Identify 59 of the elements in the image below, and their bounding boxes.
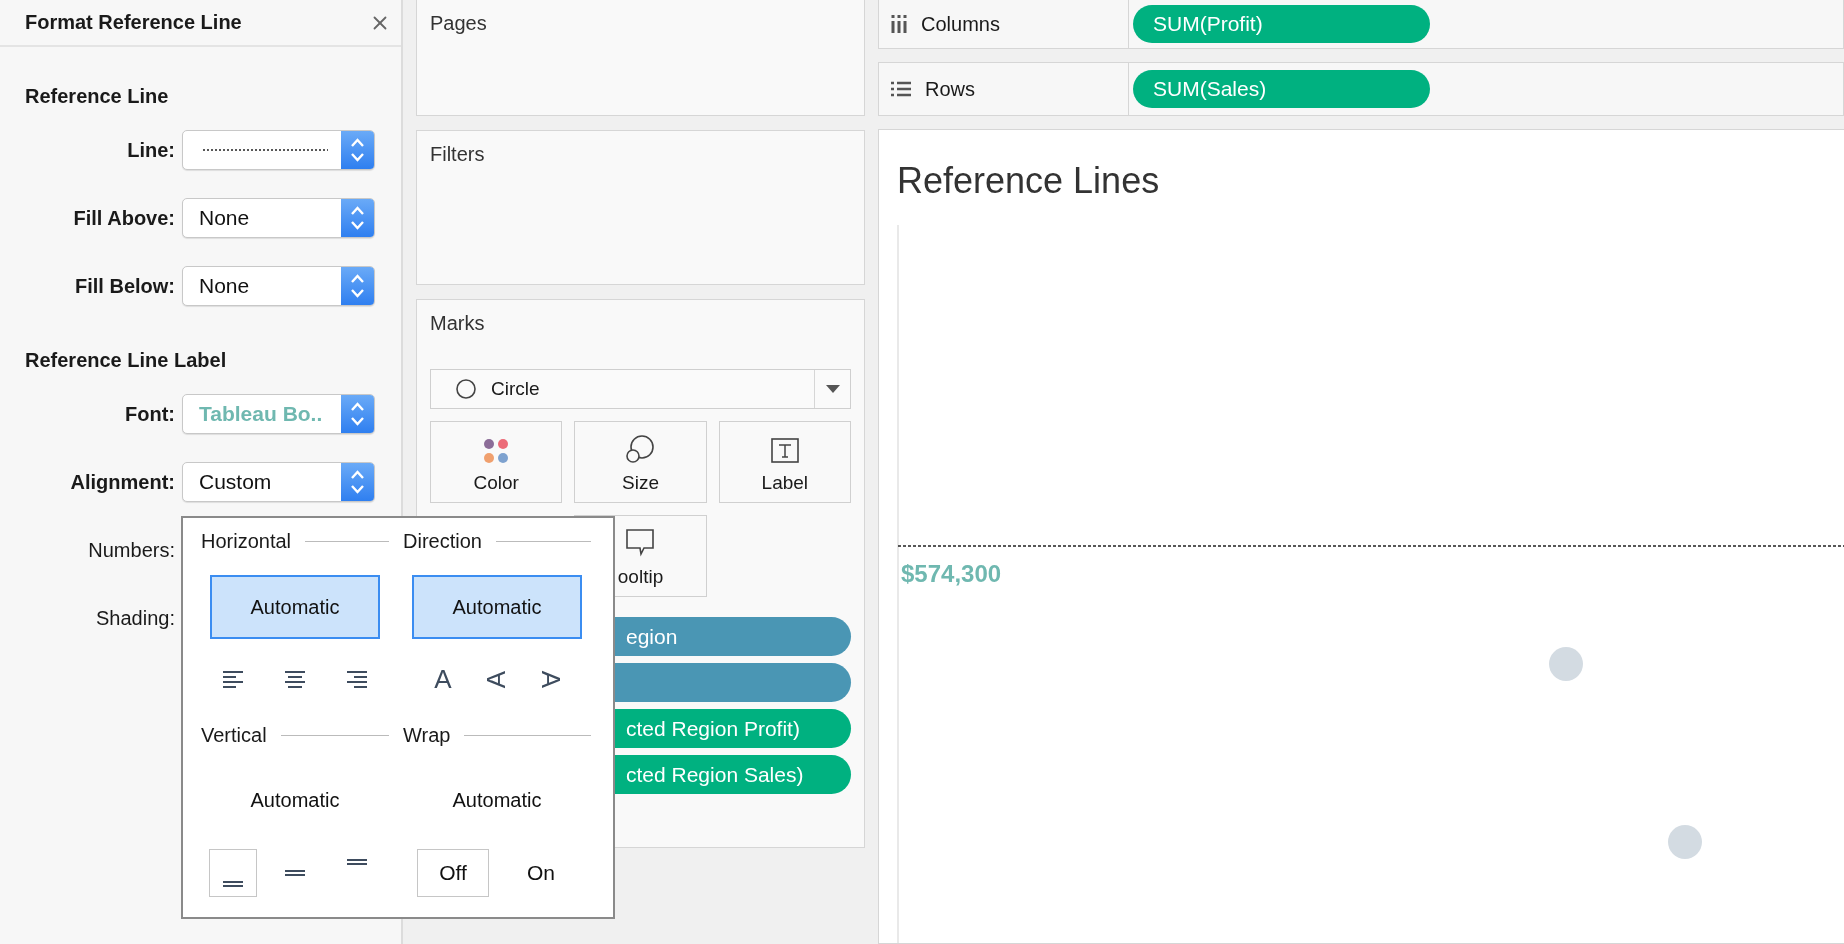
align-left-icon [223, 669, 243, 689]
shelf-label: Columns [921, 12, 1000, 36]
dropdown[interactable]: None [182, 266, 375, 306]
field-label: Line: [127, 138, 175, 162]
data-point [1668, 825, 1702, 859]
color-dots-icon [483, 438, 510, 464]
line-style-select[interactable] [182, 130, 375, 170]
text-direction-option[interactable]: A [423, 655, 463, 703]
size-circles-icon [625, 434, 656, 464]
data-point [1549, 647, 1583, 681]
stepper-icon[interactable] [341, 131, 374, 169]
field-label: Numbers: [88, 538, 175, 562]
circle-icon [455, 378, 477, 400]
marks-card-button[interactable]: Size [574, 421, 707, 503]
dropdown[interactable]: None [182, 198, 375, 238]
panel-title: Marks [430, 312, 486, 335]
marks-card-button[interactable]: Label [718, 421, 851, 503]
field-label: Alignment: [70, 470, 175, 494]
shelf-label: Rows [925, 77, 975, 101]
automatic-button[interactable]: Automatic [210, 575, 380, 639]
field-label: Shading: [96, 606, 175, 630]
marks-card-button[interactable]: Color [430, 421, 563, 503]
wrap-option[interactable]: On [505, 848, 577, 897]
group-heading: Horizontal [201, 530, 292, 553]
reference-line-label: $574,300 [901, 560, 1002, 588]
wrap-option[interactable]: Off [417, 848, 489, 897]
section-heading: Reference Line Label [25, 349, 227, 371]
group-heading: Vertical [201, 723, 267, 747]
align-right-icon [347, 669, 367, 689]
group-heading: Direction [403, 530, 482, 553]
alignment-option[interactable] [209, 848, 257, 897]
automatic-button[interactable]: Automatic [412, 575, 582, 639]
dotted-line-icon [203, 149, 328, 151]
mark-type-dropdown[interactable]: Circle [430, 369, 851, 409]
stepper-icon[interactable] [341, 199, 374, 237]
view-title: Reference Lines [897, 160, 1160, 202]
align-middle-icon [285, 869, 305, 876]
align-center-icon [285, 669, 305, 689]
stepper-icon[interactable] [341, 395, 374, 433]
rows-icon [891, 81, 911, 97]
panel-title: Format Reference Line [25, 11, 242, 34]
stepper-icon[interactable] [341, 463, 374, 501]
columns-icon [891, 15, 907, 33]
field-label: Font: [125, 402, 175, 426]
text-direction-option[interactable]: A [531, 655, 571, 703]
field-label: Fill Above: [73, 206, 175, 230]
align-bottom-icon [223, 880, 243, 887]
section-heading: Reference Line [25, 85, 169, 107]
stepper-icon[interactable] [341, 267, 374, 305]
automatic-button[interactable]: Automatic [210, 768, 380, 833]
text-direction-option[interactable]: A [477, 655, 517, 703]
dropdown[interactable]: Custom [182, 462, 375, 502]
text-box-icon [770, 438, 799, 464]
panel-title: Pages [430, 12, 488, 35]
align-top-icon [347, 858, 367, 865]
panel-title: Filters [430, 143, 486, 166]
caret-icon [825, 385, 840, 393]
speech-bubble-icon [625, 528, 656, 558]
field-label: Fill Below: [75, 274, 175, 298]
